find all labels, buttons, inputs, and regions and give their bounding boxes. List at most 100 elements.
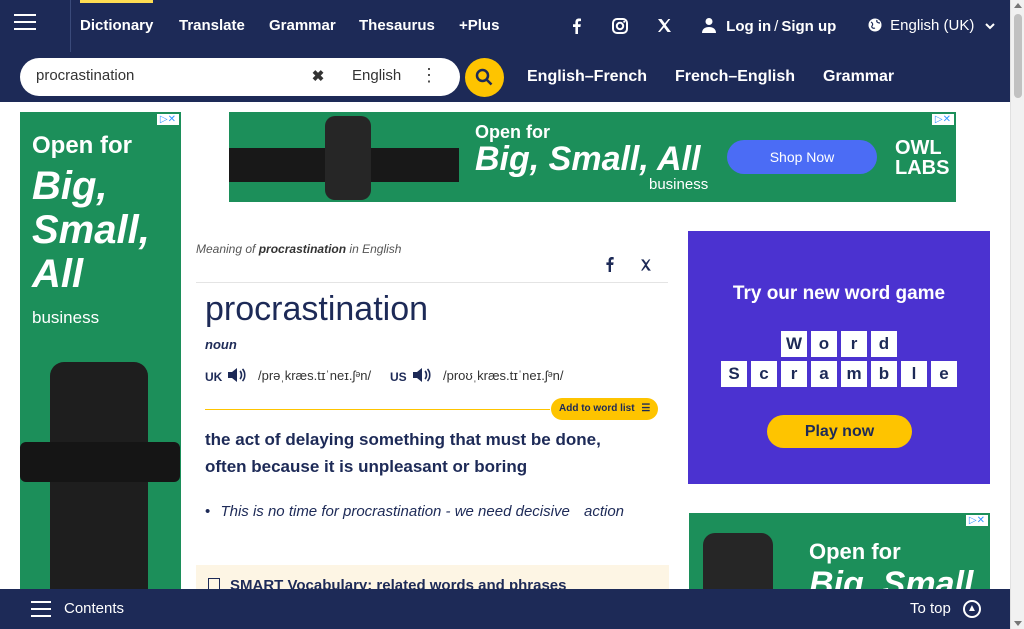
share-x-icon[interactable]	[633, 256, 659, 278]
play-now-button[interactable]: Play now	[767, 415, 912, 448]
part-of-speech: noun	[205, 337, 237, 352]
letter-tile: m	[841, 361, 867, 387]
scrollbar-thumb[interactable]	[1014, 14, 1022, 98]
example-word-link[interactable]: action	[584, 503, 624, 520]
ad-product-image	[20, 362, 180, 622]
divider	[196, 282, 668, 283]
example-text: for procrastination - we need	[321, 503, 512, 520]
definition: the act of delaying something that must …	[205, 426, 645, 480]
contents-link[interactable]: Contents	[64, 600, 124, 617]
letter-tile: S	[721, 361, 747, 387]
uk-label: UK	[205, 370, 223, 384]
advertisement-left[interactable]: ▷✕ Open for Big, Small, All business	[20, 112, 181, 629]
language-selector[interactable]: English (UK)	[868, 17, 995, 34]
ad-top-business: business	[649, 176, 709, 193]
nav-dictionary[interactable]: Dictionary	[80, 0, 154, 34]
user-icon	[702, 18, 716, 33]
globe-icon	[868, 18, 882, 32]
divider	[70, 0, 71, 52]
nav-translate[interactable]: Translate	[179, 17, 245, 34]
instagram-icon[interactable]	[610, 16, 630, 36]
letter-tile: l	[901, 361, 927, 387]
bottom-toolbar: Contents To top ▲	[0, 589, 1010, 629]
search-icon	[475, 68, 493, 86]
ad-left-business: business	[32, 308, 100, 327]
example-word-link[interactable]: decisive	[516, 503, 570, 520]
search-button[interactable]	[465, 58, 504, 97]
ad-choices-icon[interactable]: ▷✕	[965, 515, 988, 526]
ad-left-open: Open for	[32, 132, 132, 159]
example-sentence: • This is no time for procrastination - …	[205, 500, 645, 524]
example-text: This is no	[220, 503, 285, 520]
headword: procrastination	[205, 290, 429, 328]
word-tiles: Word	[688, 331, 990, 357]
us-audio-speaker-icon[interactable]	[410, 364, 432, 386]
letter-tile: e	[931, 361, 957, 387]
search-box: ✖ English ⋮	[20, 58, 460, 96]
letter-tile: d	[871, 331, 897, 357]
definition-word-link[interactable]: delaying	[285, 430, 354, 449]
chevron-down-icon	[984, 23, 995, 30]
subnav-french-english[interactable]: French–English	[675, 68, 795, 86]
menu-icon[interactable]	[14, 14, 36, 34]
add-to-word-list-label: Add to word list	[559, 403, 635, 414]
letter-tile: b	[871, 361, 897, 387]
login-link[interactable]: Log in	[726, 18, 771, 35]
facebook-icon[interactable]	[567, 16, 587, 36]
ad-left-big: Big, Small, All	[32, 164, 150, 296]
definition-word-link[interactable]: boring	[474, 457, 527, 476]
ad-shop-now-button[interactable]: Shop Now	[727, 140, 877, 174]
signup-link[interactable]: Sign up	[781, 18, 836, 35]
scroll-up-arrow-icon[interactable]	[1014, 3, 1022, 8]
letter-tile: a	[811, 361, 837, 387]
bullet-icon: •	[205, 503, 211, 520]
share-facebook-icon[interactable]	[599, 256, 619, 278]
ad-right2-open: Open for	[809, 539, 901, 564]
clear-search-icon[interactable]: ✖	[306, 67, 330, 87]
scramble-tiles: Scramble	[688, 361, 990, 387]
list-icon: ☰	[641, 403, 651, 414]
dictionary-selector-value: English	[352, 67, 402, 84]
ad-choices-icon[interactable]: ▷✕	[156, 114, 179, 125]
contents-menu-icon[interactable]	[31, 601, 51, 622]
letter-tile: c	[751, 361, 777, 387]
ad-brand-logo: OWL LABS	[895, 137, 950, 179]
search-input[interactable]	[36, 67, 306, 84]
letter-tile: W	[781, 331, 807, 357]
nav-thesaurus[interactable]: Thesaurus	[359, 17, 435, 34]
ad-choices-icon[interactable]: ▷✕	[931, 114, 954, 125]
subnav-english-french[interactable]: English–French	[527, 68, 647, 86]
nav-plus[interactable]: +Plus	[459, 17, 499, 34]
us-label: US	[390, 370, 407, 384]
definition-word-link[interactable]: unpleasant	[358, 457, 448, 476]
add-to-word-list-button[interactable]: Add to word list ☰	[551, 398, 658, 420]
meaning-word: procrastination	[258, 242, 347, 256]
uk-pronunciation: /prəˌkræs.tɪˈneɪ.ʃᵊn/	[258, 368, 372, 383]
definition-text: something that must be done,	[359, 430, 601, 449]
letter-tile: o	[811, 331, 837, 357]
promo-title: Try our new word game	[732, 283, 946, 304]
top-navigation-bar: Dictionary Translate Grammar Thesaurus +…	[0, 0, 1010, 52]
login-separator: /	[774, 18, 779, 35]
search-bar-row: ✖ English ⋮ English–French French–Englis…	[0, 52, 1010, 102]
arrow-up-circle-icon[interactable]: ▲	[963, 600, 981, 618]
scroll-down-arrow-icon[interactable]	[1014, 621, 1022, 626]
ad-top-big: Big, Small, All	[475, 140, 701, 178]
uk-audio-speaker-icon[interactable]	[225, 364, 247, 386]
definition-text: the	[205, 430, 231, 449]
letter-tile: r	[841, 331, 867, 357]
advertisement-top-banner[interactable]: ▷✕ Open for Big, Small, All business Sho…	[229, 112, 956, 202]
dictionary-selector[interactable]: English ⋮	[332, 62, 452, 92]
definition-text: often because it is	[205, 457, 354, 476]
more-vertical-icon: ⋮	[420, 65, 438, 85]
meaning-prefix: Meaning of	[196, 242, 256, 256]
vertical-scrollbar[interactable]	[1010, 0, 1024, 629]
example-word-link[interactable]: time	[289, 503, 317, 520]
language-label: English (UK)	[890, 17, 975, 34]
nav-grammar[interactable]: Grammar	[269, 17, 336, 34]
to-top-link[interactable]: To top	[910, 600, 951, 617]
subnav-grammar[interactable]: Grammar	[823, 68, 894, 86]
x-twitter-icon[interactable]	[654, 16, 674, 36]
word-scramble-promo[interactable]: Try our new word game Word Scramble Play…	[688, 231, 990, 484]
definition-word-link[interactable]: act	[235, 430, 260, 449]
